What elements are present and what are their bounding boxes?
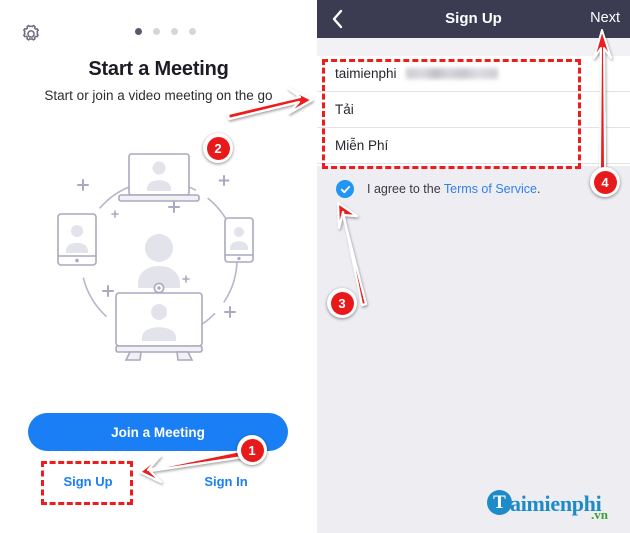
email-field-value-wrap: taimienphi: [317, 66, 498, 81]
pagination-dot-3[interactable]: [171, 28, 178, 35]
terms-text-after: .: [537, 182, 541, 196]
sign-up-form: taimienphi Tải Miễn Phí: [317, 56, 630, 166]
page-subtitle: Start or join a video meeting on the go: [44, 88, 273, 103]
sign-up-screen: Sign Up Next taimienphi Tải Miễn Phí I a…: [317, 0, 630, 533]
nav-under-strip: [317, 38, 630, 57]
terms-text-before: I agree to the: [367, 182, 441, 196]
last-name-field[interactable]: Miễn Phí: [317, 128, 630, 164]
first-name-field[interactable]: Tải: [317, 92, 630, 128]
email-blur-mask: [405, 68, 498, 79]
zoom-welcome-screen: Start a Meeting Start or join a video me…: [0, 0, 317, 533]
pagination-dot-4[interactable]: [189, 28, 196, 35]
next-button[interactable]: Next: [590, 10, 620, 26]
terms-agreement-row: I agree to the Terms of Service.: [317, 178, 630, 200]
sign-in-link[interactable]: Sign In: [196, 474, 256, 489]
pagination-dot-2[interactable]: [153, 28, 160, 35]
terms-checkbox[interactable]: [336, 180, 354, 198]
email-field-value: taimienphi: [335, 66, 397, 81]
sign-up-link[interactable]: Sign Up: [58, 474, 118, 489]
nav-title: Sign Up: [445, 10, 502, 27]
first-name-field-value: Tải: [335, 102, 354, 117]
last-name-field-value: Miễn Phí: [335, 138, 389, 153]
video-meeting-illustration: [52, 152, 267, 367]
pagination-dot-1[interactable]: [135, 28, 142, 35]
watermark-tld: .vn: [591, 507, 608, 522]
email-field[interactable]: taimienphi: [317, 56, 630, 92]
watermark-initial: T: [493, 491, 506, 513]
page-title: Start a Meeting: [88, 58, 229, 80]
join-a-meeting-button[interactable]: Join a Meeting: [28, 413, 288, 451]
pagination-dots[interactable]: [135, 28, 196, 35]
screenshot-root: Start a Meeting Start or join a video me…: [0, 0, 630, 533]
watermark-name: aimienphi: [510, 491, 602, 516]
terms-agreement-label: I agree to the Terms of Service.: [367, 182, 541, 196]
navigation-bar: Sign Up Next: [317, 0, 630, 38]
terms-of-service-link[interactable]: Terms of Service: [444, 182, 537, 196]
taimienphi-watermark: T aimienphi .vn: [487, 487, 623, 525]
settings-gear-icon[interactable]: [19, 22, 43, 46]
